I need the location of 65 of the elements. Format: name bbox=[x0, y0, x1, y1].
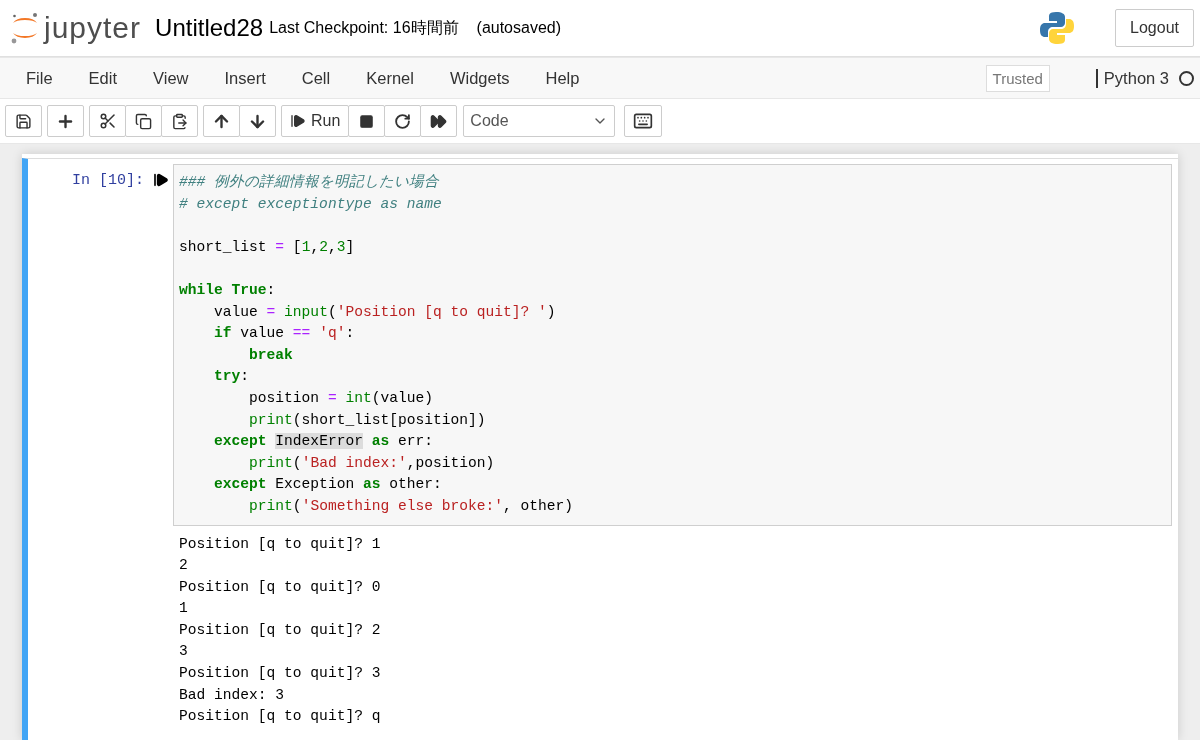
code-line: short_list = [1,2,3] bbox=[179, 237, 356, 257]
run-button[interactable]: Run bbox=[281, 105, 350, 137]
cut-button[interactable] bbox=[89, 105, 126, 137]
save-button[interactable] bbox=[5, 105, 42, 137]
kernel-name: Python 3 bbox=[1095, 68, 1169, 88]
code-line: while True: bbox=[179, 280, 277, 300]
input-prompt: In [10]: bbox=[72, 172, 144, 191]
code-line: if value == 'q': bbox=[213, 324, 356, 344]
code-cell[interactable] bbox=[22, 158, 1178, 740]
restart-button[interactable] bbox=[384, 105, 422, 137]
restart-icon bbox=[394, 112, 412, 130]
scissors-icon bbox=[98, 112, 117, 130]
logo-wordmark[interactable]: jupyter bbox=[44, 11, 142, 45]
output-line: 2 bbox=[179, 556, 189, 576]
code-line: # except exceptiontype as name bbox=[179, 194, 443, 214]
menu-item[interactable]: Insert bbox=[210, 68, 280, 88]
step-forward-icon bbox=[290, 113, 306, 129]
menu-item[interactable]: Kernel bbox=[352, 68, 428, 88]
keyboard-icon bbox=[633, 111, 654, 131]
menu-item[interactable]: Widgets bbox=[435, 68, 524, 88]
output-line: Position [q to quit]? 3 bbox=[179, 664, 382, 684]
code-line: position = int(value) bbox=[248, 388, 434, 408]
trusted-indicator[interactable]: Trusted bbox=[985, 64, 1050, 92]
code-line: except Exception as other: bbox=[213, 475, 443, 495]
menu-item[interactable]: File bbox=[12, 68, 67, 88]
output-line: Position [q to quit]? 2 bbox=[179, 620, 382, 640]
output-line: 3 bbox=[179, 642, 189, 662]
menu-item[interactable]: Edit bbox=[74, 68, 132, 88]
code-line: ### 例外の詳細情報を明記したい場合 bbox=[179, 173, 441, 192]
paste-button[interactable] bbox=[161, 105, 198, 137]
code-line: value = input('Position [q to quit]? ') bbox=[213, 302, 557, 322]
copy-icon bbox=[135, 112, 152, 130]
output-line: Position [q to quit]? 0 bbox=[179, 577, 382, 597]
output-line: Position [q to quit]? q bbox=[179, 707, 382, 727]
menu-item[interactable]: View bbox=[139, 68, 203, 88]
checkpoint-status: Last Checkpoint: 16時間前 bbox=[269, 17, 459, 38]
python-logo-icon bbox=[1039, 10, 1076, 46]
code-line: try: bbox=[213, 367, 251, 387]
autosave-status: (autosaved) bbox=[476, 19, 562, 37]
fast-forward-icon bbox=[430, 112, 448, 130]
code-line: break bbox=[248, 345, 294, 365]
logout-button[interactable]: Logout bbox=[1115, 9, 1194, 47]
square-icon bbox=[359, 113, 375, 129]
cell-type-dropdown[interactable]: Code bbox=[463, 105, 616, 137]
notebook-name[interactable]: Untitled28 bbox=[155, 14, 264, 42]
output-line: 1 bbox=[179, 599, 189, 619]
stop-button[interactable] bbox=[348, 105, 386, 137]
move-down-button[interactable] bbox=[239, 105, 276, 137]
menu-item[interactable]: Help bbox=[531, 68, 594, 88]
copy-button[interactable] bbox=[125, 105, 162, 137]
add-cell-button[interactable] bbox=[47, 105, 84, 137]
code-line: print('Something else broke:', other) bbox=[248, 496, 575, 516]
menu-item[interactable]: Cell bbox=[287, 68, 345, 88]
jupyter-logo-icon bbox=[10, 11, 40, 45]
save-icon bbox=[15, 112, 32, 130]
code-line: except IndexError as err: bbox=[213, 432, 434, 452]
paste-icon bbox=[171, 112, 188, 130]
run-all-button[interactable] bbox=[420, 105, 458, 137]
run-cell-icon[interactable] bbox=[153, 172, 169, 188]
move-up-button[interactable] bbox=[203, 105, 240, 137]
code-line: print(short_list[position]) bbox=[248, 410, 487, 430]
code-line: print('Bad index:',position) bbox=[248, 453, 496, 473]
output-line: Position [q to quit]? 1 bbox=[179, 534, 382, 554]
output-line: Bad index: 3 bbox=[179, 685, 286, 705]
keyboard-button[interactable] bbox=[624, 105, 663, 137]
